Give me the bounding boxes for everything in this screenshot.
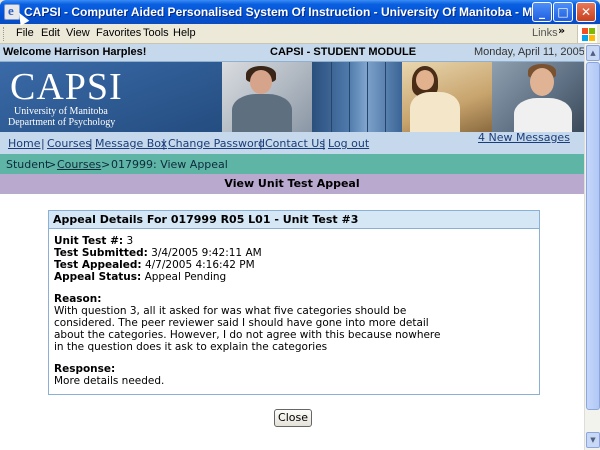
panel-header: Appeal Details For 017999 R05 L01 - Unit…: [49, 211, 539, 229]
status-row: Appeal Status: Appeal Pending: [54, 271, 226, 283]
department-name: Department of Psychology: [8, 117, 116, 128]
reason-text-line: considered. The peer reviewer said I sho…: [54, 317, 429, 329]
nav-message-box[interactable]: Message Box: [95, 137, 167, 150]
welcome-text: Welcome Harrison Harples!: [3, 46, 147, 58]
unit-test-value: 3: [126, 235, 134, 247]
nav-courses[interactable]: Courses: [47, 137, 91, 150]
window-titlebar[interactable]: CAPSI - Computer Aided Personalised Syst…: [0, 0, 600, 24]
submitted-row: Test Submitted: 3/4/2005 9:42:11 AM: [54, 247, 262, 259]
nav-change-password[interactable]: Change Password: [168, 137, 265, 150]
menu-file[interactable]: File: [16, 27, 34, 39]
response-text: More details needed.: [54, 375, 165, 387]
breadcrumb-courses[interactable]: Courses: [57, 158, 101, 171]
banner-photo-lockers: [312, 62, 404, 132]
menu-favorites[interactable]: Favorites: [96, 27, 141, 39]
breadcrumb-student: Student: [6, 158, 50, 171]
reason-text-line: With question 3, all it asked for was wh…: [54, 305, 407, 317]
page-title: View Unit Test Appeal: [0, 174, 584, 194]
menu-edit[interactable]: Edit: [41, 27, 60, 39]
links-toolbar[interactable]: Links: [532, 27, 558, 39]
nav-log-out[interactable]: Log out: [328, 137, 369, 150]
close-window-button[interactable]: ✕: [576, 2, 596, 22]
site-banner: CAPSI University of Manitoba Department …: [0, 62, 584, 132]
appealed-row: Test Appealed: 4/7/2005 4:16:42 PM: [54, 259, 255, 271]
scroll-down-icon[interactable]: ▼: [586, 432, 600, 448]
nav-home[interactable]: Home: [8, 137, 40, 150]
vertical-scrollbar[interactable]: ▲ ▼: [584, 44, 600, 450]
new-messages-link[interactable]: 4 New Messages: [478, 132, 570, 144]
menu-view[interactable]: View: [66, 27, 90, 39]
banner-photo-student-reading: [402, 62, 492, 132]
capsi-logo: CAPSI University of Manitoba Department …: [0, 62, 222, 132]
status-value: Appeal Pending: [144, 271, 227, 283]
response-label: Response:: [54, 363, 116, 375]
close-button[interactable]: Close: [274, 409, 312, 427]
nav-separator: |: [89, 137, 93, 150]
menu-help[interactable]: Help: [173, 27, 196, 39]
nav-separator: |: [162, 137, 166, 150]
appeal-details-panel: Appeal Details For 017999 R05 L01 - Unit…: [48, 210, 540, 395]
windows-logo-icon: [577, 25, 597, 43]
banner-photo-student-portrait: [492, 62, 584, 132]
appeal-heading: Appeal Details For 017999 R05 L01 - Unit…: [53, 213, 359, 226]
page-viewport: Welcome Harrison Harples! CAPSI - STUDEN…: [0, 44, 584, 450]
scroll-up-icon[interactable]: ▲: [586, 45, 600, 61]
maximize-button[interactable]: □: [553, 2, 573, 22]
reason-text-line: in the question does it ask to explain t…: [54, 341, 328, 353]
unit-test-row: Unit Test #: 3: [54, 235, 133, 247]
scroll-thumb[interactable]: [586, 62, 600, 410]
module-title: CAPSI - STUDENT MODULE: [270, 46, 417, 58]
nav-contact-us[interactable]: Contact Us: [265, 137, 325, 150]
chevron-icon[interactable]: »: [558, 24, 565, 37]
unit-test-label: Unit Test #:: [54, 235, 124, 247]
breadcrumb: Student > Courses > 017999: View Appeal: [0, 154, 584, 174]
main-nav: Home | Courses | Message Box | Change Pa…: [0, 132, 584, 154]
welcome-bar: Welcome Harrison Harples! CAPSI - STUDEN…: [0, 44, 584, 62]
submitted-label: Test Submitted:: [54, 247, 148, 259]
menu-tools[interactable]: Tools: [143, 27, 169, 39]
status-label: Appeal Status:: [54, 271, 142, 283]
breadcrumb-current: 017999: View Appeal: [111, 158, 228, 171]
nav-separator: |: [41, 137, 45, 150]
menu-bar: File Edit View Favorites Tools Help Link…: [0, 24, 600, 44]
toolbar-grip[interactable]: [3, 27, 6, 41]
current-date: Monday, April 11, 2005: [474, 46, 584, 58]
minimize-button[interactable]: _: [532, 2, 552, 22]
nav-separator: |: [259, 137, 263, 150]
logo-text: CAPSI: [10, 66, 123, 108]
window-title: CAPSI - Computer Aided Personalised Syst…: [24, 5, 539, 19]
breadcrumb-separator: >: [47, 158, 57, 171]
appealed-value: 4/7/2005 4:16:42 PM: [144, 259, 255, 271]
university-name: University of Manitoba: [14, 106, 108, 117]
reason-text-line: about the categories. However, I do not …: [54, 329, 441, 341]
breadcrumb-separator: >: [101, 158, 111, 171]
appealed-label: Test Appealed:: [54, 259, 142, 271]
reason-label: Reason:: [54, 293, 102, 305]
banner-photo-student-computer: [222, 62, 312, 132]
nav-separator: |: [322, 137, 326, 150]
submitted-value: 3/4/2005 9:42:11 AM: [151, 247, 262, 259]
